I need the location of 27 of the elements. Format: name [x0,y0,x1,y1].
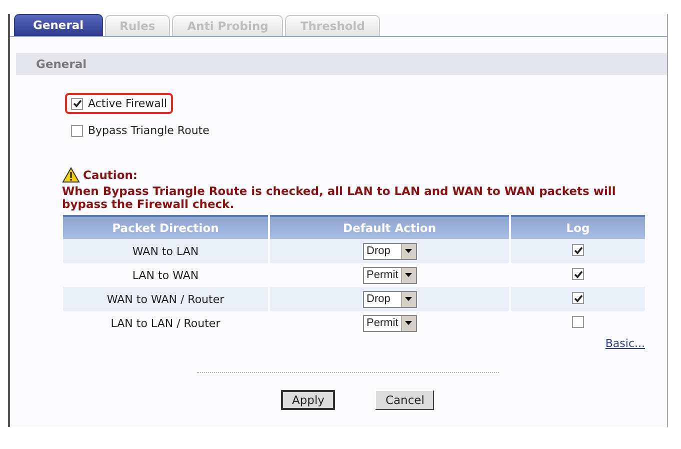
basic-link[interactable]: Basic... [605,337,645,350]
action-dropdown[interactable]: Drop [362,290,417,308]
tab[interactable]: General [14,14,103,36]
form-button[interactable]: Cancel [375,390,434,410]
checkbox[interactable] [71,98,83,110]
form-button[interactable]: Apply [281,390,336,410]
caution-title: Caution: [83,168,138,182]
column-header: Default Action [270,215,510,239]
checkbox[interactable] [572,292,584,304]
action-dropdown[interactable]: Permit [362,266,417,284]
checkbox[interactable] [572,244,584,256]
table-cell-text: LAN to WAN [131,268,200,284]
checkbox[interactable] [71,124,83,136]
action-dropdown[interactable]: Drop [362,242,417,260]
checkbox-label: Active Firewall [88,97,168,110]
table-cell: WAN to LAN [63,239,268,263]
caution-message: When Bypass Triangle Route is checked, all LAN to LAN and WAN to WAN packets will bypass the Firewall check. [62,185,617,211]
table-cell: WAN to WAN / Router [63,287,268,311]
table-cell-text: LAN to LAN / Router [110,316,222,332]
warning-icon [62,167,80,183]
checkbox[interactable] [572,316,584,328]
column-header: Log [511,215,645,239]
checkbox-label: Bypass Triangle Route [88,124,210,137]
action-dropdown[interactable]: Permit [362,314,417,332]
checkbox[interactable] [572,268,584,280]
section-title: General [36,57,87,71]
column-header: Packet Direction [63,215,268,239]
